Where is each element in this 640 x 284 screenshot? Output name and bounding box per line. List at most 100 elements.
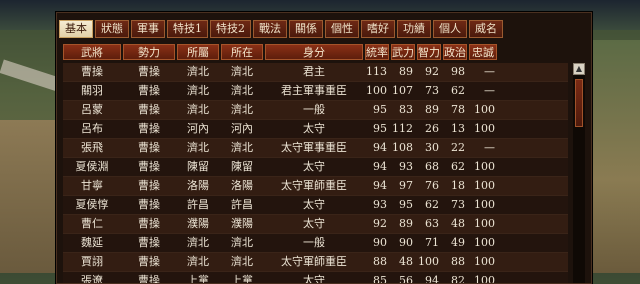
table-cell: 94 (373, 141, 387, 154)
table-cell: 太守 (303, 122, 325, 135)
tab-4[interactable]: 特技2 (210, 20, 251, 38)
table-cell: 甘寧 (81, 179, 103, 192)
table-cell: 85 (373, 274, 387, 283)
table-cell: 107 (392, 84, 413, 97)
table-cell: 89 (399, 65, 413, 78)
table-cell: 濟北 (187, 236, 209, 249)
column-header-4[interactable]: 身分 (265, 44, 363, 60)
tab-8[interactable]: 嗜好 (361, 20, 395, 38)
tab-0[interactable]: 基本 (59, 20, 93, 38)
table-cell: 78 (451, 103, 465, 116)
column-header-3[interactable]: 所在 (221, 44, 263, 60)
table-cell: 97 (399, 179, 413, 192)
table-row[interactable]: 魏延 曹操 濟北 濟北 一般 90 90 71 49 100 (63, 234, 568, 253)
column-header-2[interactable]: 所屬 (177, 44, 219, 60)
table-cell: 太守 (303, 160, 325, 173)
table-cell: 100 (474, 122, 495, 135)
table-cell: 100 (418, 255, 439, 268)
table-cell: 100 (474, 255, 495, 268)
tab-11[interactable]: 威名 (469, 20, 503, 38)
table-cell: 河內 (231, 122, 253, 135)
table-cell: 曹操 (138, 198, 160, 211)
table-cell: 曹操 (138, 160, 160, 173)
table-cell: 曹操 (138, 236, 160, 249)
table-row[interactable]: 呂蒙 曹操 濟北 濟北 一般 95 83 89 78 100 (63, 101, 568, 120)
tab-5[interactable]: 戰法 (253, 20, 287, 38)
table-cell: 18 (451, 179, 465, 192)
table-cell: 90 (373, 236, 387, 249)
table-cell: 92 (425, 65, 439, 78)
table-cell: 洛陽 (231, 179, 253, 192)
table-cell: 魏延 (81, 236, 103, 249)
table-cell: 76 (425, 179, 439, 192)
table-row[interactable]: 甘寧 曹操 洛陽 洛陽 太守軍師重臣 94 97 76 18 100 (63, 177, 568, 196)
tab-6[interactable]: 關係 (289, 20, 323, 38)
table-cell: 張飛 (81, 141, 103, 154)
table-cell: 呂布 (81, 122, 103, 135)
table-cell: 關羽 (81, 84, 103, 97)
tab-9[interactable]: 功績 (397, 20, 431, 38)
table-row[interactable]: 呂布 曹操 河內 河內 太守 95 112 26 13 100 (63, 120, 568, 139)
tab-7[interactable]: 個性 (325, 20, 359, 38)
table-cell: 94 (373, 179, 387, 192)
table-cell: 濟北 (187, 84, 209, 97)
column-header-9[interactable]: 忠誠 (469, 44, 497, 60)
table-cell: 95 (373, 103, 387, 116)
table-cell: 陳留 (187, 160, 209, 173)
scroll-up-arrow-icon[interactable]: ▲ (573, 63, 585, 75)
table-cell: 22 (451, 141, 465, 154)
table-cell: 49 (451, 236, 465, 249)
column-header-7[interactable]: 智力 (417, 44, 441, 60)
table-cell: — (484, 84, 495, 97)
table-cell: 48 (451, 217, 465, 230)
table-cell: 上黨 (187, 274, 209, 283)
table-cell: 太守 (303, 217, 325, 230)
tab-1[interactable]: 狀態 (95, 20, 129, 38)
table-cell: 一般 (303, 103, 325, 116)
table-cell: 30 (425, 141, 439, 154)
table-row[interactable]: 夏侯淵 曹操 陳留 陳留 太守 94 93 68 62 100 (63, 158, 568, 177)
table-cell: 曹操 (138, 217, 160, 230)
table-row[interactable]: 曹仁 曹操 濮陽 濮陽 太守 92 89 63 48 100 (63, 215, 568, 234)
tab-2[interactable]: 軍事 (131, 20, 165, 38)
table-cell: 君主軍事重臣 (281, 84, 347, 97)
table-cell: 濟北 (231, 65, 253, 78)
table-cell: 82 (451, 274, 465, 283)
table-cell: 濟北 (231, 255, 253, 268)
column-header-6[interactable]: 武力 (391, 44, 415, 60)
table-row[interactable]: 張飛 曹操 濟北 濟北 太守軍事重臣 94 108 30 22 — (63, 139, 568, 158)
table-cell: 濟北 (231, 103, 253, 116)
scroll-thumb[interactable] (575, 79, 583, 127)
tab-3[interactable]: 特技1 (167, 20, 208, 38)
table-cell: 太守軍事重臣 (281, 141, 347, 154)
table-cell: 太守 (303, 198, 325, 211)
table-row[interactable]: 張遼 曹操 上黨 上黨 太守 85 56 94 82 100 (63, 272, 568, 283)
table-cell: 26 (425, 122, 439, 135)
table-cell: 73 (451, 198, 465, 211)
table-row[interactable]: 曹操 曹操 濟北 濟北 君主 113 89 92 98 — (63, 63, 568, 82)
column-header-8[interactable]: 政治 (443, 44, 467, 60)
column-header-0[interactable]: 武將 (63, 44, 121, 60)
table-cell: 濟北 (187, 255, 209, 268)
table-cell: 濟北 (231, 236, 253, 249)
table-cell: 71 (425, 236, 439, 249)
table-row[interactable]: 關羽 曹操 濟北 濟北 君主軍事重臣 100 107 73 62 — (63, 82, 568, 101)
tab-10[interactable]: 個人 (433, 20, 467, 38)
table-cell: 95 (373, 122, 387, 135)
table-cell: 94 (425, 274, 439, 283)
table-cell: 濟北 (187, 141, 209, 154)
table-cell: 100 (474, 198, 495, 211)
table-row[interactable]: 賈詡 曹操 濟北 濟北 太守軍師重臣 88 48 100 88 100 (63, 253, 568, 272)
table-cell: 93 (373, 198, 387, 211)
table-cell: 100 (474, 160, 495, 173)
column-header-5[interactable]: 統率 (365, 44, 389, 60)
table-cell: 89 (425, 103, 439, 116)
table-cell: 100 (474, 274, 495, 283)
table-cell: 88 (451, 255, 465, 268)
column-header-1[interactable]: 勢力 (123, 44, 175, 60)
table-cell: 曹操 (138, 103, 160, 116)
table-row[interactable]: 夏侯惇 曹操 許昌 許昌 太守 93 95 62 73 100 (63, 196, 568, 215)
officer-table-body: 曹操 曹操 濟北 濟北 君主 113 89 92 98— 關羽 曹操 濟北 濟北 君主軍事重臣 100 107… (63, 63, 568, 283)
table-cell: 賈詡 (81, 255, 103, 268)
vertical-scrollbar[interactable]: ▲ (573, 63, 585, 283)
